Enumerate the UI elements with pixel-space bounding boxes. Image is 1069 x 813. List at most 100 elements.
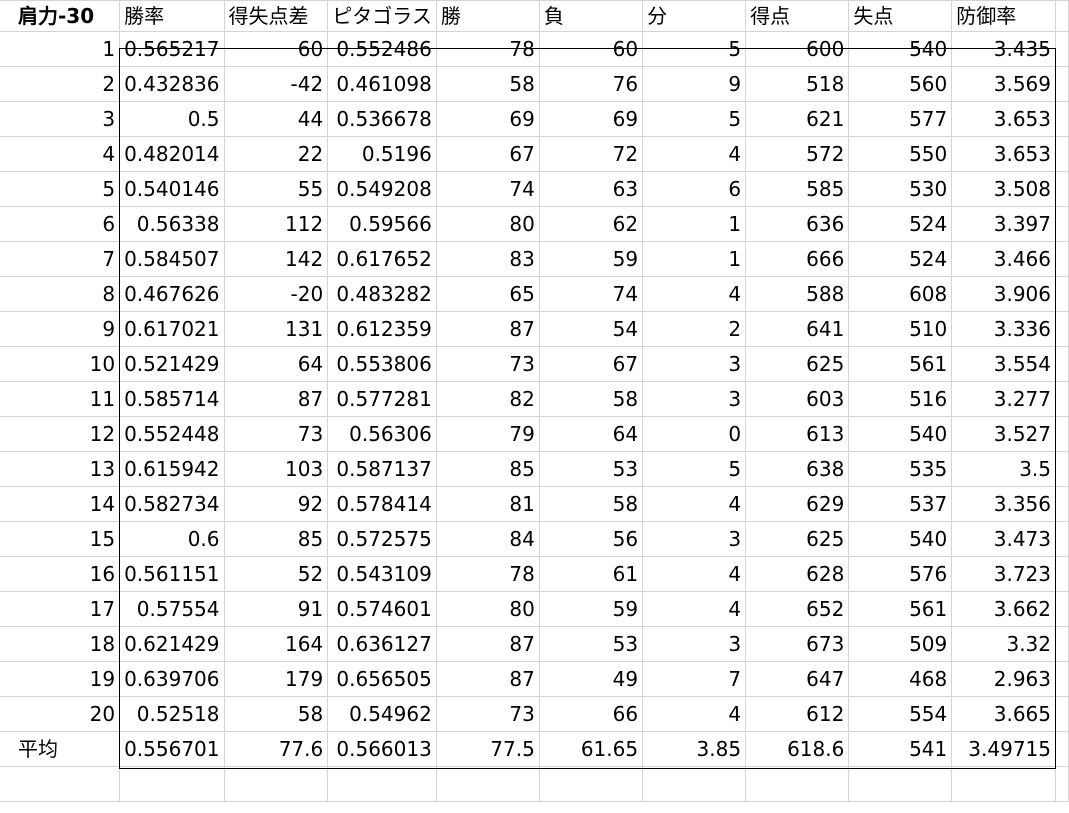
average-value-cell[interactable]: 618.6 bbox=[745, 731, 850, 767]
data-cell[interactable]: 540 bbox=[848, 31, 953, 67]
data-cell[interactable]: 59 bbox=[538, 591, 644, 627]
data-cell[interactable]: 4 bbox=[642, 696, 747, 732]
data-cell[interactable]: 560 bbox=[848, 66, 953, 102]
data-cell[interactable]: 3.32 bbox=[951, 626, 1056, 662]
data-cell[interactable]: 1 bbox=[642, 241, 747, 277]
data-cell[interactable]: 64 bbox=[538, 416, 644, 452]
data-cell[interactable]: 58 bbox=[223, 696, 329, 732]
empty-cell[interactable] bbox=[1055, 556, 1069, 592]
row-index-cell[interactable]: 14 bbox=[0, 486, 121, 522]
data-cell[interactable]: 0.552448 bbox=[119, 416, 225, 452]
data-cell[interactable]: 69 bbox=[435, 101, 540, 137]
average-value-cell[interactable]: 77.6 bbox=[223, 731, 329, 767]
average-label-cell[interactable]: 平均 bbox=[0, 731, 121, 767]
empty-cell[interactable] bbox=[1055, 451, 1069, 487]
data-cell[interactable]: 3 bbox=[642, 381, 747, 417]
data-cell[interactable]: 588 bbox=[745, 276, 850, 312]
row-index-cell[interactable]: 17 bbox=[0, 591, 121, 627]
row-index-cell[interactable]: 8 bbox=[0, 276, 121, 312]
data-cell[interactable]: 179 bbox=[223, 661, 329, 697]
data-cell[interactable]: 577 bbox=[848, 101, 953, 137]
average-value-cell[interactable]: 61.65 bbox=[538, 731, 644, 767]
data-cell[interactable]: 80 bbox=[435, 591, 540, 627]
data-cell[interactable]: 0.57554 bbox=[119, 591, 225, 627]
data-cell[interactable]: 3.356 bbox=[951, 486, 1056, 522]
data-cell[interactable]: 84 bbox=[435, 521, 540, 557]
data-cell[interactable]: 0 bbox=[642, 416, 747, 452]
data-cell[interactable]: 612 bbox=[745, 696, 850, 732]
empty-cell[interactable] bbox=[223, 766, 329, 802]
data-cell[interactable]: 5 bbox=[642, 101, 747, 137]
data-cell[interactable]: 54 bbox=[538, 311, 644, 347]
data-cell[interactable]: 561 bbox=[848, 346, 953, 382]
empty-cell[interactable] bbox=[327, 766, 437, 802]
data-cell[interactable]: 4 bbox=[642, 136, 747, 172]
data-cell[interactable]: 53 bbox=[538, 451, 644, 487]
row-index-cell[interactable]: 1 bbox=[0, 31, 121, 67]
data-cell[interactable]: 87 bbox=[435, 311, 540, 347]
data-cell[interactable]: 87 bbox=[435, 626, 540, 662]
data-cell[interactable]: 3.653 bbox=[951, 136, 1056, 172]
data-cell[interactable]: 4 bbox=[642, 276, 747, 312]
empty-cell[interactable] bbox=[1055, 591, 1069, 627]
data-cell[interactable]: 613 bbox=[745, 416, 850, 452]
data-cell[interactable]: 0.553806 bbox=[327, 346, 437, 382]
data-cell[interactable]: 3.527 bbox=[951, 416, 1056, 452]
data-cell[interactable]: 58 bbox=[538, 381, 644, 417]
data-cell[interactable]: 652 bbox=[745, 591, 850, 627]
data-cell[interactable]: 0.482014 bbox=[119, 136, 225, 172]
data-cell[interactable]: 0.6 bbox=[119, 521, 225, 557]
data-cell[interactable]: 103 bbox=[223, 451, 329, 487]
column-header-cell[interactable]: 分 bbox=[642, 0, 747, 32]
data-cell[interactable]: 0.536678 bbox=[327, 101, 437, 137]
column-header-cell[interactable]: 得点 bbox=[745, 0, 850, 32]
empty-cell[interactable] bbox=[848, 766, 953, 802]
data-cell[interactable]: 4 bbox=[642, 556, 747, 592]
data-cell[interactable]: 131 bbox=[223, 311, 329, 347]
data-cell[interactable]: 537 bbox=[848, 486, 953, 522]
data-cell[interactable]: 73 bbox=[223, 416, 329, 452]
data-cell[interactable]: 0.432836 bbox=[119, 66, 225, 102]
data-cell[interactable]: 81 bbox=[435, 486, 540, 522]
empty-cell[interactable] bbox=[1055, 66, 1069, 102]
data-cell[interactable]: 524 bbox=[848, 241, 953, 277]
data-cell[interactable]: 636 bbox=[745, 206, 850, 242]
data-cell[interactable]: 52 bbox=[223, 556, 329, 592]
data-cell[interactable]: 572 bbox=[745, 136, 850, 172]
data-cell[interactable]: 2.963 bbox=[951, 661, 1056, 697]
data-cell[interactable]: 576 bbox=[848, 556, 953, 592]
data-cell[interactable]: 3.653 bbox=[951, 101, 1056, 137]
row-index-cell[interactable]: 9 bbox=[0, 311, 121, 347]
empty-cell[interactable] bbox=[1055, 101, 1069, 137]
data-cell[interactable]: 524 bbox=[848, 206, 953, 242]
data-cell[interactable]: 621 bbox=[745, 101, 850, 137]
row-index-cell[interactable]: 6 bbox=[0, 206, 121, 242]
data-cell[interactable]: 80 bbox=[435, 206, 540, 242]
data-cell[interactable]: 0.617652 bbox=[327, 241, 437, 277]
empty-cell[interactable] bbox=[1055, 626, 1069, 662]
data-cell[interactable]: 55 bbox=[223, 171, 329, 207]
data-cell[interactable]: 518 bbox=[745, 66, 850, 102]
data-cell[interactable]: 3.473 bbox=[951, 521, 1056, 557]
row-index-cell[interactable]: 5 bbox=[0, 171, 121, 207]
data-cell[interactable]: 61 bbox=[538, 556, 644, 592]
data-cell[interactable]: 53 bbox=[538, 626, 644, 662]
data-cell[interactable]: 600 bbox=[745, 31, 850, 67]
empty-cell[interactable] bbox=[119, 766, 225, 802]
row-index-cell[interactable]: 11 bbox=[0, 381, 121, 417]
empty-cell[interactable] bbox=[1055, 0, 1069, 32]
empty-cell[interactable] bbox=[1055, 241, 1069, 277]
row-index-cell[interactable]: 3 bbox=[0, 101, 121, 137]
data-cell[interactable]: 0.621429 bbox=[119, 626, 225, 662]
data-cell[interactable]: 3 bbox=[642, 626, 747, 662]
row-index-cell[interactable]: 19 bbox=[0, 661, 121, 697]
data-cell[interactable]: 3.277 bbox=[951, 381, 1056, 417]
data-cell[interactable]: 550 bbox=[848, 136, 953, 172]
data-cell[interactable]: 91 bbox=[223, 591, 329, 627]
data-cell[interactable]: 0.461098 bbox=[327, 66, 437, 102]
empty-cell[interactable] bbox=[538, 766, 644, 802]
data-cell[interactable]: 9 bbox=[642, 66, 747, 102]
data-cell[interactable]: 79 bbox=[435, 416, 540, 452]
data-cell[interactable]: 112 bbox=[223, 206, 329, 242]
data-cell[interactable]: 0.521429 bbox=[119, 346, 225, 382]
